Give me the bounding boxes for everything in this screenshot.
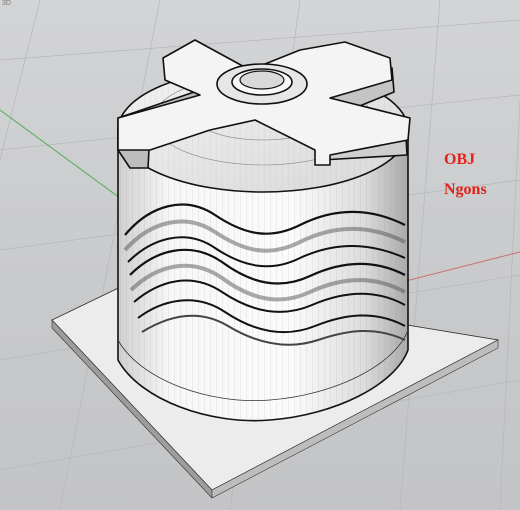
x-axis-line [389, 251, 520, 286]
annotation-obj: OBJ [444, 151, 476, 168]
annotation-ngons: Ngons [444, 181, 487, 198]
viewport-3d[interactable]: 3D OBJ Ngons [0, 0, 520, 510]
annotation-overlay: OBJ Ngons [444, 145, 487, 205]
scene-canvas[interactable] [0, 0, 520, 510]
